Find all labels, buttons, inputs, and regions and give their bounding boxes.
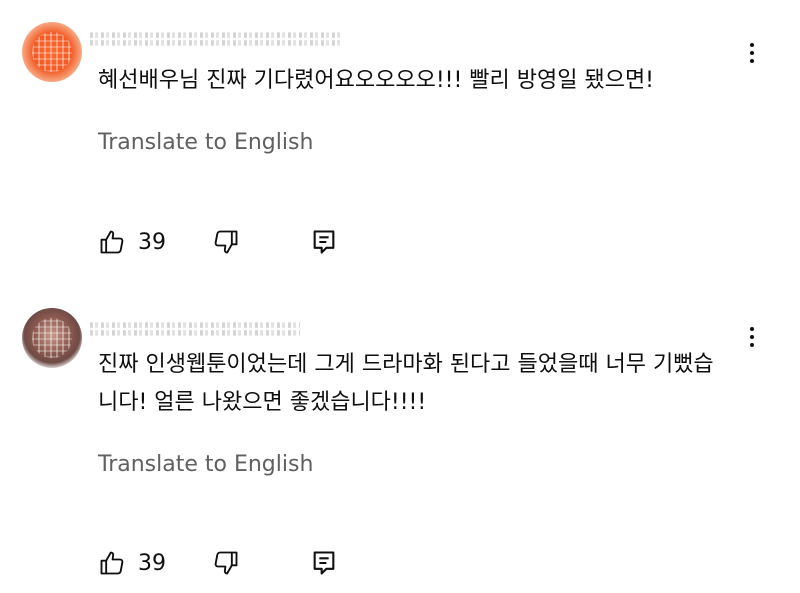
avatar[interactable] [22,308,82,368]
like-button[interactable] [98,228,126,256]
reply-icon [313,230,335,254]
dislike-button[interactable] [212,228,240,256]
comment-text: 진짜 인생웹툰이었는데 그게 드라마화 된다고 들었을때 너무 기뻤습 니다! … [98,352,714,415]
like-count: 39 [138,229,166,255]
reply-icon [313,551,335,575]
reply-button[interactable] [310,228,338,256]
username-redacted[interactable] [90,322,300,336]
comment-actions: 39 [98,547,338,579]
thumbs-up-icon [100,551,124,575]
comment-item: 혜선배우님 진짜 기다렸어요오오오오!!! 빨리 방영일 됐으면! Transl… [0,0,800,290]
like-count: 39 [138,550,166,576]
comment-item: 진짜 인생웹툰이었는데 그게 드라마화 된다고 들었을때 너무 기뻤습 니다! … [0,290,800,593]
thumbs-up-icon [100,230,124,254]
username-redacted[interactable] [90,32,340,46]
dislike-button[interactable] [212,549,240,577]
thumbs-down-icon [214,551,238,575]
reply-button[interactable] [310,549,338,577]
like-button[interactable] [98,549,126,577]
comment-text: 혜선배우님 진짜 기다렸어요오오오오!!! 빨리 방영일 됐으면! [98,68,655,93]
avatar-pattern [32,318,72,358]
translate-link[interactable]: Translate to English [98,452,313,477]
comment-actions: 39 [98,226,338,258]
avatar-pattern [32,32,72,72]
thumbs-down-icon [214,230,238,254]
translate-link[interactable]: Translate to English [98,130,313,155]
avatar[interactable] [22,22,82,82]
